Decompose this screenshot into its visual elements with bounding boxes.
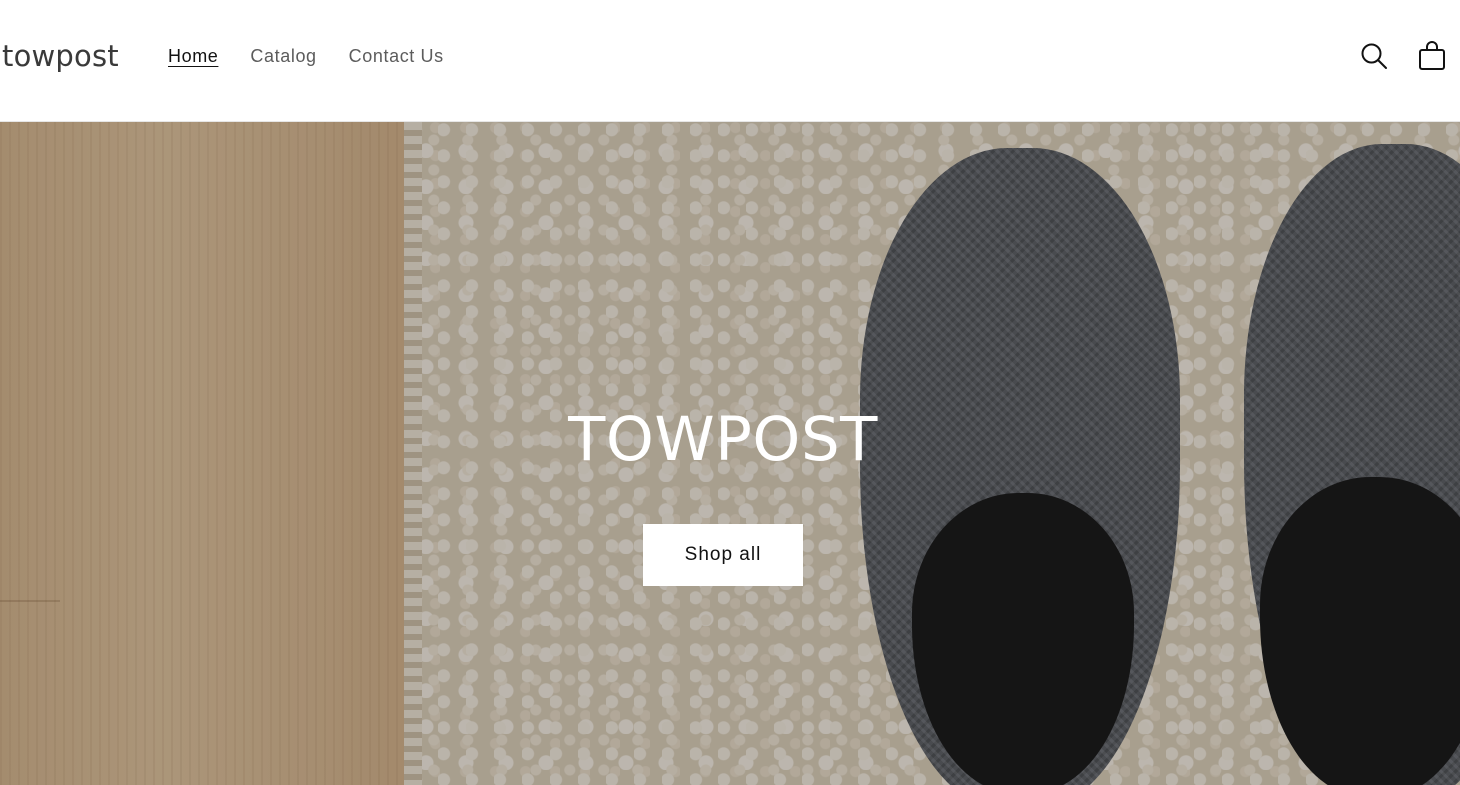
nav-item-catalog[interactable]: Catalog: [250, 44, 316, 68]
site-header: towpost Home Catalog Contact Us: [0, 0, 1460, 122]
hero-banner: TOWPOST Shop all: [0, 122, 1460, 785]
search-icon: [1361, 43, 1387, 69]
search-button[interactable]: [1356, 38, 1392, 74]
cart-button[interactable]: [1414, 38, 1450, 74]
nav-item-contact-us[interactable]: Contact Us: [349, 44, 444, 68]
nav-item-home[interactable]: Home: [168, 44, 218, 68]
cart-icon: [1419, 41, 1445, 70]
site-logo[interactable]: towpost: [2, 36, 119, 76]
hero-content: TOWPOST Shop all: [0, 400, 1446, 586]
main-nav: Home Catalog Contact Us: [168, 44, 444, 68]
hero-title: TOWPOST: [568, 404, 878, 475]
shop-all-button[interactable]: Shop all: [643, 524, 803, 586]
